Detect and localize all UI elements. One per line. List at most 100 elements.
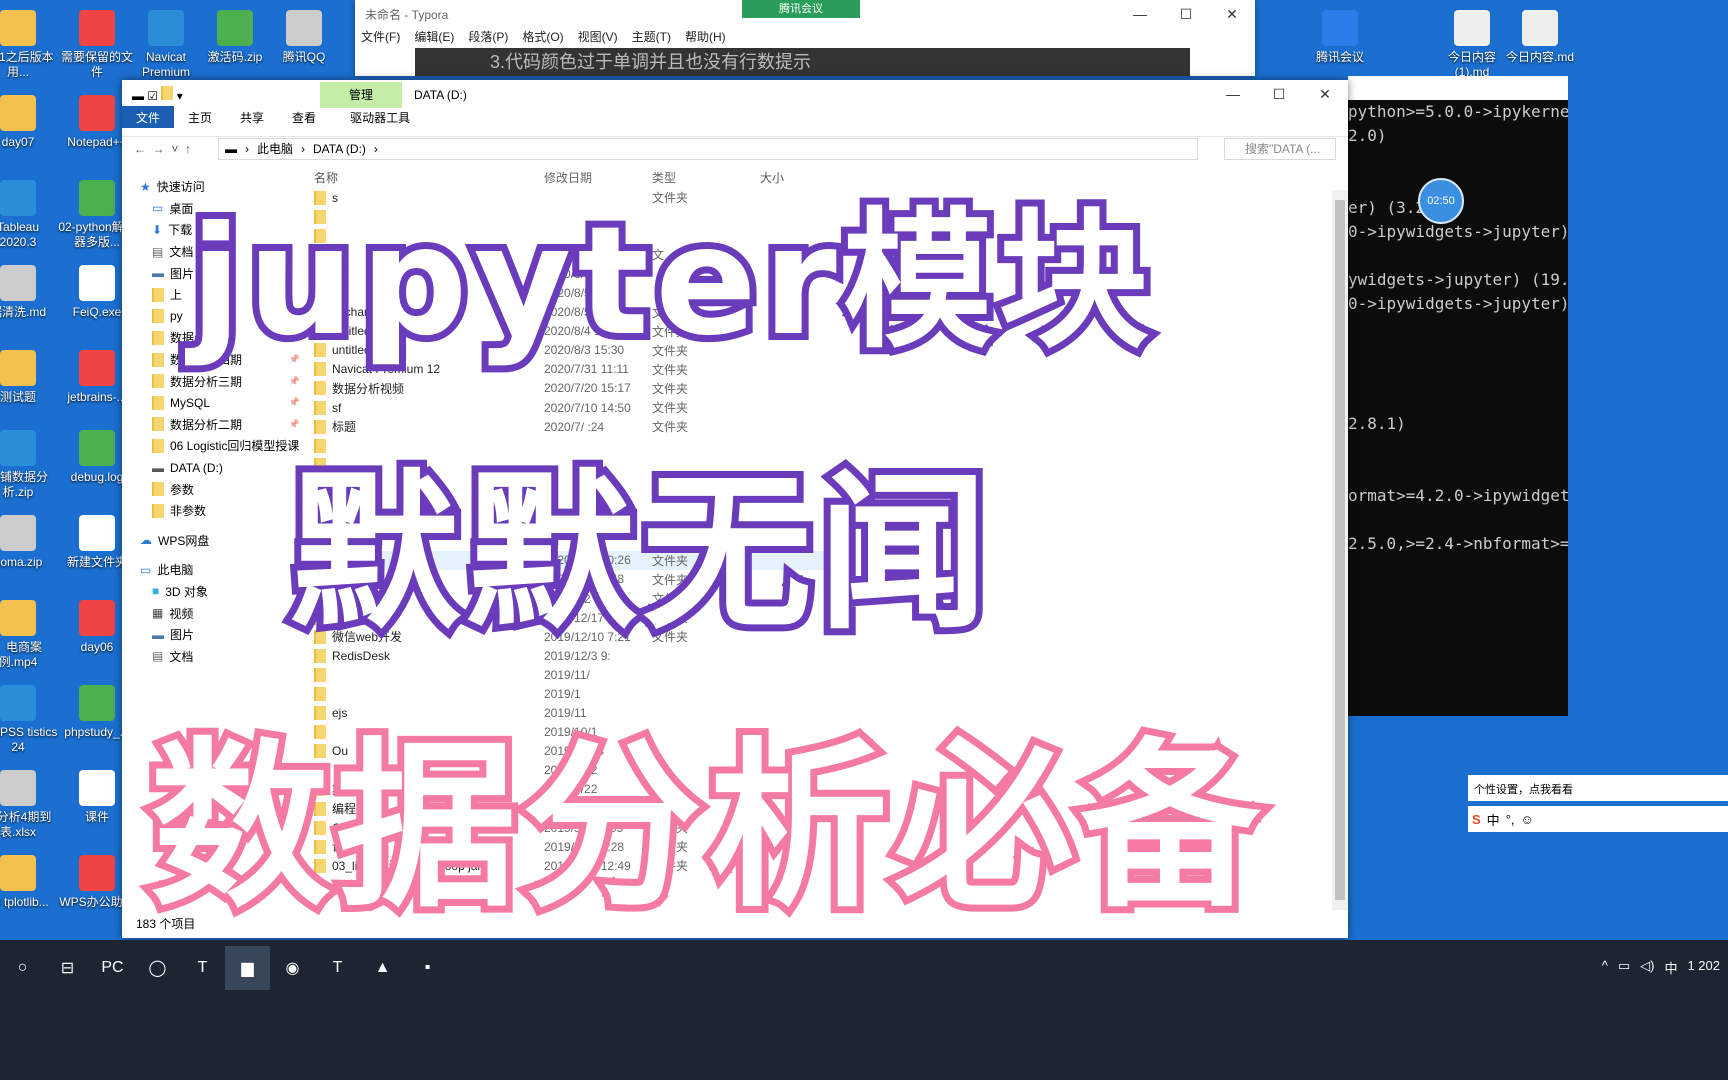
nav-item[interactable]: 数据分析二期 📌 bbox=[132, 414, 300, 436]
explorer-icon[interactable]: ▆ bbox=[225, 946, 270, 990]
maximize-button[interactable]: ☐ bbox=[1163, 0, 1209, 28]
desktop-icon[interactable]: 腾讯QQ bbox=[264, 10, 344, 65]
360-icon[interactable]: ◯ bbox=[135, 946, 180, 990]
nav-buttons[interactable]: ← → ˅ ↑ bbox=[134, 142, 191, 156]
close-button[interactable]: ✕ bbox=[1302, 80, 1348, 108]
breadcrumb-data[interactable]: DATA (D:) bbox=[313, 142, 366, 156]
menu-item[interactable]: 帮助(H) bbox=[685, 28, 726, 48]
input-language[interactable]: 中 bbox=[1664, 958, 1677, 977]
desktop-icon-label: 03 tplotlib... bbox=[0, 895, 49, 909]
address-bar[interactable]: ▬ › 此电脑 › DATA (D:) › bbox=[218, 137, 1198, 160]
desktop-icon[interactable]: uoma.zip bbox=[0, 515, 58, 570]
document-icon: ▤ bbox=[152, 649, 164, 664]
minimize-button[interactable]: — bbox=[1117, 0, 1163, 28]
nav-item[interactable]: 06 Logistic回归模型授课 bbox=[132, 435, 300, 457]
pin-icon[interactable]: 📌 bbox=[289, 397, 300, 408]
desktop-icon[interactable]: 需要保留的文件 bbox=[57, 10, 137, 80]
desktop-icon[interactable]: 今日内容.md bbox=[1500, 10, 1580, 65]
network-icon[interactable]: ▭ bbox=[1618, 958, 1630, 977]
tab-drive-tools[interactable]: 驱动器工具 bbox=[336, 106, 424, 128]
scrollbar[interactable] bbox=[1332, 190, 1348, 910]
desktop-icon[interactable]: 18.1之后版本用... bbox=[0, 10, 58, 80]
menu-item[interactable]: 编辑(E) bbox=[414, 28, 454, 48]
file-date: 2020/7/10 14:50 bbox=[544, 400, 631, 415]
chrome-icon[interactable]: ◉ bbox=[270, 946, 315, 990]
desktop-icon[interactable]: 、电商案例.mp4 bbox=[0, 600, 58, 670]
desktop-icon[interactable]: 据分析4期到表.xlsx bbox=[0, 770, 58, 840]
nav-item[interactable]: 非参数 bbox=[132, 500, 300, 522]
nav-item[interactable]: 参数 bbox=[132, 478, 300, 500]
typora2-icon[interactable]: T bbox=[315, 946, 360, 990]
tab-0[interactable]: 文件 bbox=[122, 106, 175, 128]
nav-item[interactable]: ▬ 图片 bbox=[132, 624, 300, 646]
timer-widget[interactable]: 02:50 bbox=[1418, 178, 1464, 224]
search-icon[interactable]: ○ bbox=[0, 946, 45, 990]
nav-item[interactable]: ▦ 视频 bbox=[132, 602, 300, 624]
terminal-window[interactable]: python>=5.0.0->ipykernel- 2.0) er) (3.2.0)… bbox=[1348, 76, 1568, 716]
download-icon: ⬇ bbox=[152, 222, 163, 237]
nav-item-label: 视频 bbox=[169, 606, 194, 621]
task-view-icon[interactable]: ⊟ bbox=[45, 946, 90, 990]
desktop-icon[interactable]: 腾讯会议 bbox=[1300, 10, 1380, 65]
typora-document[interactable]: 3.代码颜色过于单调并且也没有行数提示 bbox=[415, 48, 1190, 76]
desktop-icon[interactable]: 据清洗.md bbox=[0, 265, 58, 320]
breadcrumb-this-pc[interactable]: 此电脑 bbox=[257, 140, 293, 157]
ime-lang[interactable]: 中 bbox=[1487, 810, 1500, 829]
app-icon bbox=[79, 95, 115, 131]
tab-1[interactable]: 主页 bbox=[174, 106, 226, 128]
menu-item[interactable]: 格式(O) bbox=[522, 28, 563, 48]
terminal-titlebar[interactable] bbox=[1348, 76, 1568, 100]
punct-icon[interactable]: °, bbox=[1506, 812, 1515, 827]
nav-item[interactable]: ▭ 此电脑 bbox=[132, 559, 300, 581]
ime-toolbar[interactable]: S 中 °, ☺ bbox=[1468, 806, 1728, 832]
emoji-icon[interactable]: ☺ bbox=[1521, 812, 1534, 827]
menu-item[interactable]: 段落(P) bbox=[468, 28, 508, 48]
desktop-icon[interactable]: 测试题 bbox=[0, 350, 58, 405]
maximize-button[interactable]: ☐ bbox=[1256, 80, 1302, 108]
desktop-icon[interactable]: 03 tplotlib... bbox=[0, 855, 58, 910]
file-row[interactable]: 数据分析视频 2020/7/20 15:17 文件夹 bbox=[308, 379, 828, 398]
desktop-icon[interactable]: 激活码.zip bbox=[195, 10, 275, 65]
typora-icon[interactable]: T bbox=[180, 946, 225, 990]
nav-item[interactable]: MySQL 📌 bbox=[132, 392, 300, 414]
desktop-icon[interactable]: Navicat Premium bbox=[126, 10, 206, 80]
tab-manage[interactable]: 管理 bbox=[320, 82, 402, 108]
chevron-up-icon[interactable]: ^ bbox=[1602, 958, 1608, 977]
meeting-badge[interactable]: 腾讯会议 bbox=[742, 0, 860, 18]
app-icon bbox=[0, 350, 36, 386]
folder-icon bbox=[152, 438, 164, 453]
nav-item[interactable]: ▬ DATA (D:) bbox=[132, 457, 300, 479]
menu-item[interactable]: 主题(T) bbox=[632, 28, 671, 48]
nav-item[interactable]: ☁ WPS网盘 bbox=[132, 530, 300, 552]
cloud-icon: ☁ bbox=[140, 533, 152, 548]
pycharm-icon[interactable]: PC bbox=[90, 946, 135, 990]
desktop-icon[interactable]: day07 bbox=[0, 95, 58, 150]
app-icon bbox=[79, 350, 115, 386]
app-icon bbox=[0, 515, 36, 551]
file-date: 2020/7/20 15:17 bbox=[544, 381, 631, 396]
folder-icon bbox=[152, 330, 164, 345]
pin-icon[interactable]: 📌 bbox=[289, 376, 300, 387]
nav-item[interactable]: ▤ 文档 bbox=[132, 645, 300, 667]
desktop-icon[interactable]: Tableau 2020.3 bbox=[0, 180, 58, 250]
tab-3[interactable]: 查看 bbox=[278, 106, 330, 128]
volume-icon[interactable]: ◁) bbox=[1640, 958, 1654, 977]
quick-access-toolbar[interactable]: ▬ ☑ ▾ bbox=[132, 86, 183, 103]
menu-item[interactable]: 文件(F) bbox=[361, 28, 400, 48]
close-button[interactable]: ✕ bbox=[1209, 0, 1255, 28]
tencent-meeting-icon[interactable]: ▲ bbox=[360, 946, 405, 990]
terminal-icon[interactable]: ▪ bbox=[405, 946, 450, 990]
file-name-cell: sf bbox=[308, 400, 544, 415]
nav-item[interactable]: ■ 3D 对象 bbox=[132, 581, 300, 603]
search-input[interactable]: 搜索"DATA (... bbox=[1224, 137, 1336, 160]
document-icon: ▤ bbox=[152, 244, 164, 259]
clock[interactable]: 1 202 bbox=[1687, 958, 1720, 977]
minimize-button[interactable]: — bbox=[1210, 80, 1256, 108]
desktop-icon[interactable]: 店铺数据分析.zip bbox=[0, 430, 58, 500]
app-icon bbox=[217, 10, 253, 46]
overlay-title-line3: 数据分析必备 bbox=[143, 716, 1267, 939]
desktop-icon[interactable]: M SPSS tistics 24 bbox=[0, 685, 58, 755]
tab-2[interactable]: 共享 bbox=[226, 106, 278, 128]
menu-item[interactable]: 视图(V) bbox=[578, 28, 618, 48]
